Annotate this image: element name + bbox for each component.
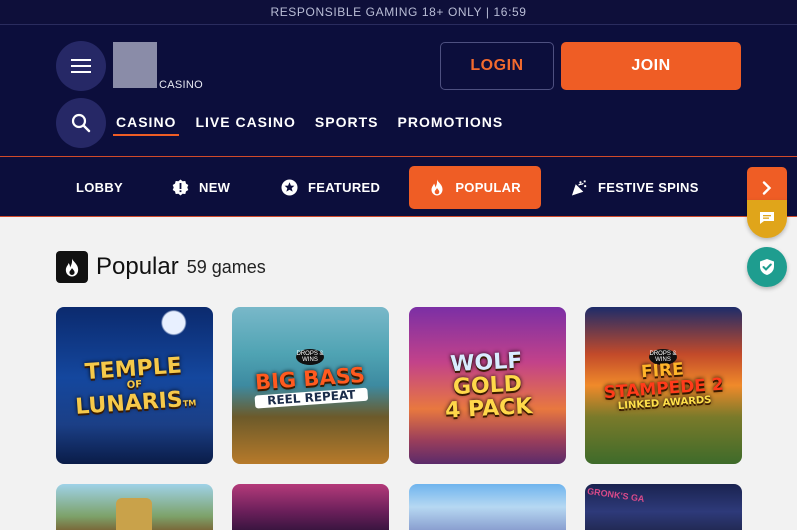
join-button[interactable]: JOIN bbox=[561, 42, 741, 90]
nav-promotions[interactable]: PROMOTIONS bbox=[398, 114, 504, 136]
site-logo[interactable] bbox=[113, 42, 157, 88]
category-label: LOBBY bbox=[76, 180, 123, 195]
section-title: Popular bbox=[96, 253, 179, 280]
category-label: FESTIVE SPINS bbox=[598, 180, 699, 195]
main-navigation: CASINO LIVE CASINO SPORTS PROMOTIONS bbox=[112, 114, 522, 136]
game-title: GRONK'S GA bbox=[586, 486, 646, 504]
responsible-gaming-text: RESPONSIBLE GAMING 18+ ONLY | 16:59 bbox=[270, 5, 527, 19]
security-button[interactable] bbox=[747, 247, 787, 287]
game-tile-row2-2[interactable] bbox=[232, 484, 389, 530]
chat-icon bbox=[760, 212, 774, 224]
hamburger-icon bbox=[71, 59, 91, 73]
party-popper-icon bbox=[571, 179, 588, 196]
game-tile-row2-3[interactable] bbox=[409, 484, 566, 530]
game-trademark: TM bbox=[182, 397, 197, 408]
badge-alert-icon bbox=[172, 179, 189, 196]
chat-button[interactable] bbox=[747, 200, 787, 238]
search-button[interactable] bbox=[56, 98, 106, 148]
tile-artwork bbox=[116, 498, 152, 530]
category-popular[interactable]: POPULAR bbox=[409, 166, 541, 209]
category-new[interactable]: NEW bbox=[172, 166, 230, 209]
category-label: FEATURED bbox=[308, 180, 381, 195]
game-tile-temple-of-lunaris[interactable]: TEMPLE OF LUNARISTM bbox=[56, 307, 213, 464]
logo-caption: CASINO bbox=[159, 79, 203, 91]
shield-check-icon bbox=[760, 259, 774, 275]
game-tile-gronks-game[interactable]: GRONK'S GA bbox=[585, 484, 742, 530]
game-tile-row2-1[interactable] bbox=[56, 484, 213, 530]
category-festive-spins[interactable]: FESTIVE SPINS bbox=[571, 166, 699, 209]
flame-icon bbox=[56, 251, 88, 283]
site-header: CASINO LOGIN JOIN CASINO LIVE CASINO SPO… bbox=[0, 25, 797, 156]
responsible-gaming-bar: RESPONSIBLE GAMING 18+ ONLY | 16:59 bbox=[0, 0, 797, 25]
section-game-count: 59 games bbox=[186, 256, 266, 277]
nav-casino[interactable]: CASINO bbox=[112, 114, 180, 136]
category-featured[interactable]: FEATURED bbox=[281, 166, 380, 209]
game-tile-wolf-gold-4-pack[interactable]: WOLF GOLD 4 PACK bbox=[409, 307, 566, 464]
category-label: NEW bbox=[199, 180, 231, 195]
category-label: POPULAR bbox=[455, 180, 521, 195]
nav-live-casino[interactable]: LIVE CASINO bbox=[195, 114, 295, 136]
flame-icon bbox=[429, 179, 445, 196]
nav-sports[interactable]: SPORTS bbox=[315, 114, 379, 136]
chevron-right-icon bbox=[762, 180, 772, 195]
drops-wins-badge: DROPS & WINS bbox=[296, 349, 324, 365]
star-circle-icon bbox=[281, 179, 298, 196]
category-lobby[interactable]: LOBBY bbox=[76, 166, 123, 209]
search-icon bbox=[71, 113, 91, 133]
category-bar: LOBBY NEW FEATURED POPULAR FESTIVE SPINS bbox=[0, 156, 797, 217]
menu-button[interactable] bbox=[56, 41, 106, 91]
section-header: Popular 59 games bbox=[56, 251, 266, 283]
login-button[interactable]: LOGIN bbox=[440, 42, 554, 90]
game-tile-big-bass-reel-repeat[interactable]: DROPS & WINS BIG BASS REEL REPEAT bbox=[232, 307, 389, 464]
game-tile-fire-stampede-2[interactable]: DROPS & WINS FIRE STAMPEDE 2 LINKED AWAR… bbox=[585, 307, 742, 464]
